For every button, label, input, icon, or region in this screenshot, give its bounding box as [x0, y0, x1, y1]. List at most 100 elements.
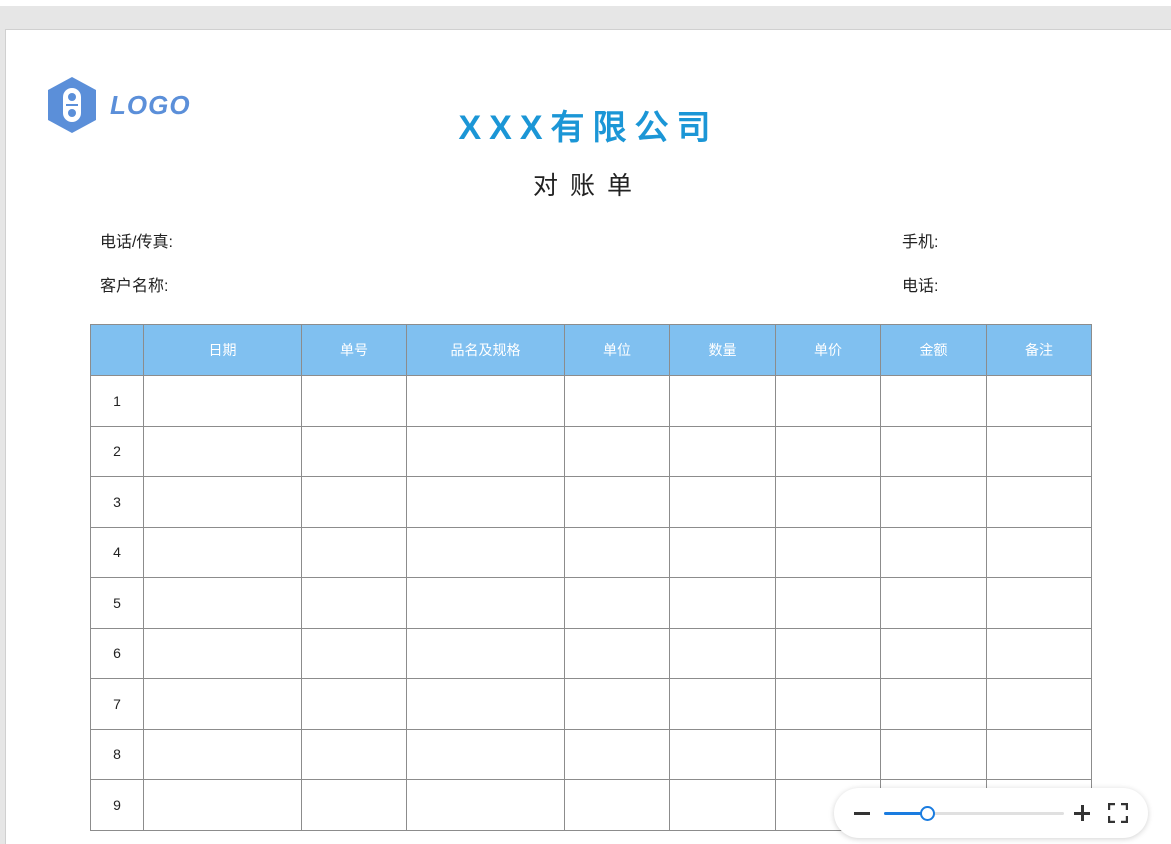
table-cell [143, 526, 302, 578]
table-cell [986, 476, 1092, 528]
table-row: 8 [90, 728, 1092, 780]
table-cell [564, 627, 670, 679]
header-cell-index [90, 324, 144, 376]
table-cell [880, 577, 987, 629]
table-cell [564, 728, 670, 780]
table-cell [986, 577, 1092, 629]
table-cell [880, 627, 987, 679]
table-cell [564, 526, 670, 578]
table-cell [564, 375, 670, 427]
header-cell: 单号 [301, 324, 407, 376]
phone-label: 电话: [902, 278, 939, 295]
row-number: 1 [90, 375, 144, 427]
table-cell [880, 728, 987, 780]
table-cell [301, 425, 407, 477]
table-cell [406, 526, 565, 578]
table-cell [986, 627, 1092, 679]
document-title: 对账单 [532, 172, 644, 200]
table-cell [775, 577, 881, 629]
table-cell [564, 678, 670, 730]
table-cell [143, 779, 302, 831]
table-cell [143, 425, 302, 477]
table-cell [775, 425, 881, 477]
header-cell: 备注 [986, 324, 1092, 376]
table-cell [143, 375, 302, 427]
table-cell [406, 779, 565, 831]
zoom-slider-thumb[interactable] [920, 806, 936, 821]
table-cell [986, 375, 1092, 427]
table-cell [775, 375, 881, 427]
document-page: LOGO XXX有限公司 对账单 电话/传真: 手机: 客户名称: 电话: 日期… [6, 30, 1171, 844]
table-cell [143, 476, 302, 528]
header-cell: 单位 [564, 324, 670, 376]
table-cell [406, 678, 565, 730]
table-cell [406, 476, 565, 528]
table-row: 2 [90, 425, 1092, 477]
table-cell [301, 779, 407, 831]
table-cell [301, 526, 407, 578]
row-number: 3 [90, 476, 144, 528]
table-cell [301, 627, 407, 679]
table-cell [669, 728, 776, 780]
table-cell [669, 375, 776, 427]
zoom-control [834, 788, 1148, 838]
table-cell [986, 728, 1092, 780]
table-cell [669, 627, 776, 679]
table-row: 7 [90, 678, 1092, 730]
zoom-out-icon[interactable] [854, 812, 870, 815]
table-cell [880, 425, 987, 477]
table-cell [669, 779, 776, 831]
row-number: 2 [90, 425, 144, 477]
table-cell [775, 678, 881, 730]
table-cell [301, 476, 407, 528]
fullscreen-icon[interactable] [1108, 803, 1128, 823]
table-cell [986, 425, 1092, 477]
table-row: 6 [90, 627, 1092, 679]
table-cell [406, 425, 565, 477]
table-cell [775, 476, 881, 528]
table-cell [564, 779, 670, 831]
table-cell [986, 678, 1092, 730]
table-cell [301, 728, 407, 780]
table-cell [669, 526, 776, 578]
table-cell [564, 476, 670, 528]
mobile-label: 手机: [902, 234, 939, 251]
table-cell [669, 425, 776, 477]
zoom-slider[interactable] [884, 806, 1064, 821]
table-cell [143, 678, 302, 730]
header-cell: 金额 [880, 324, 987, 376]
table-cell [406, 577, 565, 629]
table-row: 3 [90, 476, 1092, 528]
table-cell [775, 627, 881, 679]
table-cell [406, 627, 565, 679]
table-cell [669, 678, 776, 730]
table-cell [406, 375, 565, 427]
table-cell [669, 577, 776, 629]
row-number: 4 [90, 526, 144, 578]
header-cell: 单价 [775, 324, 881, 376]
table-cell [406, 728, 565, 780]
row-number: 5 [90, 577, 144, 629]
table-cell [143, 728, 302, 780]
header-cell: 日期 [143, 324, 302, 376]
table-cell [775, 526, 881, 578]
row-number: 7 [90, 678, 144, 730]
table-cell [880, 375, 987, 427]
table-cell [301, 678, 407, 730]
row-number: 9 [90, 779, 144, 831]
table-cell [301, 577, 407, 629]
table-header-row: 日期 单号 品名及规格 单位 数量 单价 金额 备注 [90, 324, 1092, 376]
table-cell [301, 375, 407, 427]
table-cell [143, 627, 302, 679]
table-row: 1 [90, 375, 1092, 427]
table-cell [669, 476, 776, 528]
statement-table: 日期 单号 品名及规格 单位 数量 单价 金额 备注 123456789 [90, 324, 1092, 831]
zoom-in-icon[interactable] [1074, 805, 1090, 821]
table-cell [564, 577, 670, 629]
table-cell [143, 577, 302, 629]
table-cell [564, 425, 670, 477]
table-row: 4 [90, 526, 1092, 578]
table-cell [880, 678, 987, 730]
company-name: XXX有限公司 [458, 109, 719, 147]
customer-name-label: 客户名称: [100, 278, 169, 295]
